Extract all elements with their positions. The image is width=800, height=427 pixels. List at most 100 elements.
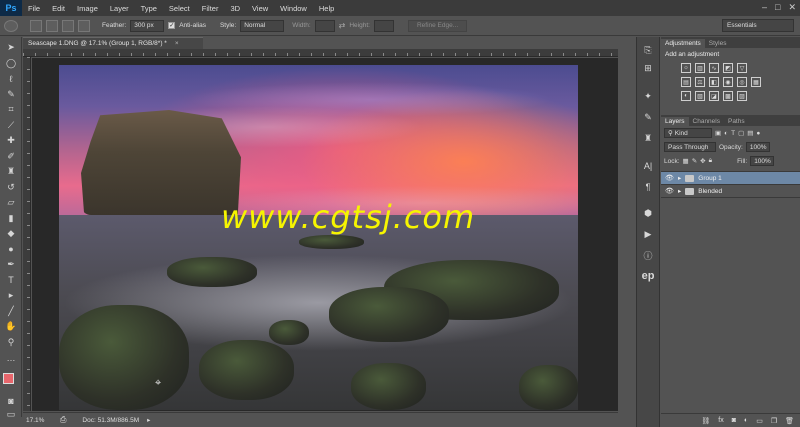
menu-3d[interactable]: 3D xyxy=(224,4,246,13)
history-icon[interactable]: ⎘ xyxy=(637,42,659,58)
lock-image-icon[interactable]: ✎ xyxy=(692,157,697,165)
add-selection-icon[interactable] xyxy=(46,19,58,32)
marquee-tool-icon[interactable]: ◯ xyxy=(0,56,22,72)
healing-brush-tool-icon[interactable]: ✚ xyxy=(0,133,22,149)
fill-input[interactable]: 100% xyxy=(750,156,775,166)
menu-edit[interactable]: Edit xyxy=(46,4,71,13)
status-menu-arrow-icon[interactable]: ▸ xyxy=(147,416,150,424)
type-filter-icon[interactable]: T xyxy=(731,130,735,137)
minimize-button[interactable]: – xyxy=(762,2,767,13)
close-button[interactable]: ✕ xyxy=(788,2,796,13)
extension-ep-icon[interactable]: ep xyxy=(637,268,659,284)
curves-icon[interactable]: ∿ xyxy=(709,63,719,73)
vertical-ruler[interactable] xyxy=(23,57,31,411)
layer-item[interactable]: 👁︎ ▸ Blended xyxy=(661,185,800,198)
invert-icon[interactable]: ◐ xyxy=(681,91,691,101)
pen-tool-icon[interactable]: ✒ xyxy=(0,257,22,273)
brush-tool-icon[interactable]: ✐ xyxy=(0,149,22,165)
maximize-button[interactable]: □ xyxy=(775,2,780,13)
channel-mixer-icon[interactable]: ◎ xyxy=(737,77,747,87)
color-swatches[interactable] xyxy=(3,373,19,389)
path-select-tool-icon[interactable]: ▸ xyxy=(0,288,22,304)
menu-view[interactable]: View xyxy=(246,4,274,13)
character-icon[interactable]: A| xyxy=(637,158,659,174)
height-input[interactable] xyxy=(373,19,394,32)
trash-icon[interactable]: 🗑︎ xyxy=(785,417,794,425)
dodge-tool-icon[interactable]: ● xyxy=(0,242,22,258)
selective-color-icon[interactable]: ▩ xyxy=(723,91,733,101)
photo-filter-icon[interactable]: ◉ xyxy=(723,77,733,87)
menu-type[interactable]: Type xyxy=(135,4,163,13)
menu-layer[interactable]: Layer xyxy=(104,4,135,13)
eraser-tool-icon[interactable]: ▱ xyxy=(0,195,22,211)
width-input[interactable] xyxy=(314,19,335,32)
gradient-tool-icon[interactable]: ▮ xyxy=(0,211,22,227)
crop-tool-icon[interactable]: ⌗ xyxy=(0,102,22,118)
lasso-tool-icon[interactable]: ℓ xyxy=(0,71,22,87)
eye-icon[interactable]: 👁︎ xyxy=(665,174,674,182)
mask-icon[interactable]: ◙ xyxy=(732,417,736,424)
info-icon[interactable]: ⓘ xyxy=(637,247,659,263)
smart-object-filter-icon[interactable]: ▤ xyxy=(747,129,753,137)
shape-filter-icon[interactable]: ▢ xyxy=(738,129,744,137)
actions-icon[interactable]: ⊞ xyxy=(637,60,659,76)
menu-select[interactable]: Select xyxy=(163,4,196,13)
expand-arrow-icon[interactable]: ▸ xyxy=(678,187,681,195)
tab-layers[interactable]: Layers xyxy=(661,117,689,126)
antialias-checkbox[interactable]: ✓ xyxy=(168,22,176,29)
move-tool-icon[interactable]: ➤ xyxy=(0,40,22,56)
threshold-icon[interactable]: ◪ xyxy=(709,91,719,101)
menu-help[interactable]: Help xyxy=(313,4,340,13)
menu-window[interactable]: Window xyxy=(274,4,313,13)
eyedropper-tool-icon[interactable]: ⟋ xyxy=(0,118,22,134)
filter-toggle-icon[interactable]: ● xyxy=(756,130,760,137)
shape-tool-icon[interactable]: ╱ xyxy=(0,304,22,320)
tab-paths[interactable]: Paths xyxy=(724,117,749,126)
quick-select-tool-icon[interactable]: ✎ xyxy=(0,87,22,103)
document-tab[interactable]: Seascape 1.DNG @ 17.1% (Group 1, RGB/8*)… xyxy=(23,37,203,49)
new-layer-icon[interactable]: ❐ xyxy=(771,417,777,425)
gradient-map-icon[interactable]: ▨ xyxy=(737,91,747,101)
pixel-filter-icon[interactable]: ▣ xyxy=(715,129,721,137)
fx-icon[interactable]: fx xyxy=(718,417,723,424)
layer-kind-select[interactable]: ⚲ Kind xyxy=(664,128,712,138)
3d-icon[interactable]: ⬢ xyxy=(637,205,659,221)
elliptical-marquee-preset-icon[interactable] xyxy=(4,19,18,32)
tab-styles[interactable]: Styles xyxy=(705,39,731,48)
horizontal-ruler[interactable] xyxy=(23,49,618,57)
lock-all-icon[interactable]: 🔒︎ xyxy=(709,157,712,165)
menu-filter[interactable]: Filter xyxy=(196,4,225,13)
expand-arrow-icon[interactable]: ▸ xyxy=(678,174,681,182)
brightness-contrast-icon[interactable]: ☼ xyxy=(681,63,691,73)
intersect-selection-icon[interactable] xyxy=(78,19,90,32)
subtract-selection-icon[interactable] xyxy=(62,19,74,32)
zoom-tool-icon[interactable]: ⚲ xyxy=(0,335,22,351)
color-balance-icon[interactable]: ⚖ xyxy=(695,77,705,87)
folder-icon[interactable]: ▭ xyxy=(756,417,763,425)
menu-image[interactable]: Image xyxy=(71,4,104,13)
document-canvas[interactable]: www.cgtsj.com ⌖ xyxy=(59,65,578,410)
zoom-level[interactable]: 17.1% xyxy=(26,417,52,424)
swap-icon[interactable]: ⇄ xyxy=(339,21,346,30)
brush-presets-icon[interactable]: ✎ xyxy=(637,109,659,125)
color-lookup-icon[interactable]: ▦ xyxy=(751,77,761,87)
screen-mode-icon[interactable]: ▭ xyxy=(0,407,22,423)
timeline-icon[interactable]: ▶ xyxy=(637,226,659,242)
edit-toolbar-icon[interactable]: … xyxy=(0,350,22,366)
history-brush-tool-icon[interactable]: ↺ xyxy=(0,180,22,196)
black-white-icon[interactable]: ◧ xyxy=(709,77,719,87)
type-tool-icon[interactable]: T xyxy=(0,273,22,289)
clone-source-icon[interactable]: ♜ xyxy=(637,130,659,146)
close-icon[interactable]: × xyxy=(175,40,179,47)
tab-channels[interactable]: Channels xyxy=(689,117,724,126)
clone-stamp-tool-icon[interactable]: ♜ xyxy=(0,164,22,180)
adjustment-icon[interactable]: ◐ xyxy=(744,417,748,424)
exposure-icon[interactable]: ◩ xyxy=(723,63,733,73)
hue-saturation-icon[interactable]: ▤ xyxy=(681,77,691,87)
paragraph-icon[interactable]: ¶ xyxy=(637,179,659,195)
tab-adjustments[interactable]: Adjustments xyxy=(661,39,705,48)
menu-file[interactable]: File xyxy=(22,4,46,13)
hand-tool-icon[interactable]: ✋ xyxy=(0,319,22,335)
blur-tool-icon[interactable]: ◆ xyxy=(0,226,22,242)
refine-edge-button[interactable]: Refine Edge... xyxy=(407,19,468,32)
